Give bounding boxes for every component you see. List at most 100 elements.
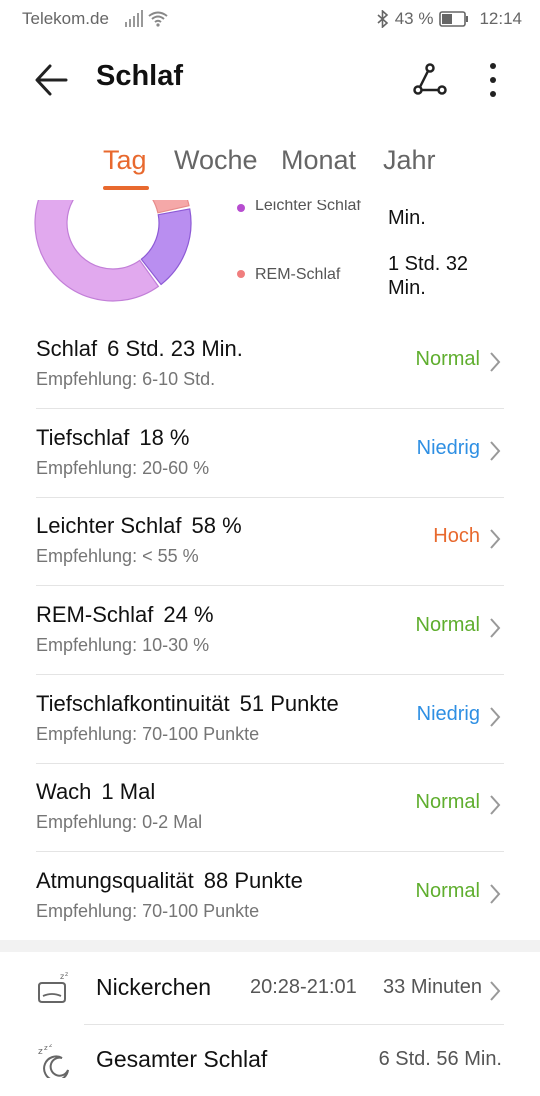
metric-recommendation: Empfehlung: 70-100 Punkte [36, 901, 260, 921]
metric-row-light-sleep[interactable]: Leichter Schlaf 58 % Empfehlung: < 55 % H… [36, 497, 504, 586]
metric-row-deep-sleep[interactable]: Tiefschlaf 18 % Empfehlung: 20-60 % Niedr… [36, 409, 504, 498]
metric-status: Normal [415, 880, 480, 902]
nap-pillow-icon: z z [38, 972, 68, 1003]
chevron-right-icon [490, 529, 501, 549]
metric-name: REM-Schlaf [36, 602, 154, 627]
route-button[interactable] [410, 60, 450, 100]
nap-duration: 33 Minuten [383, 976, 482, 998]
status-bar: Telekom.de 43 % 12:14 [0, 0, 540, 38]
metric-recommendation: Empfehlung: 20-60 % [36, 458, 210, 478]
metric-status: Normal [415, 348, 480, 370]
section-separator [0, 940, 540, 952]
total-sleep-duration: 6 Std. 56 Min. [378, 1048, 502, 1070]
metric-title: Tiefschlafkontinuität 51 Punkte [36, 691, 339, 717]
metric-value: 18 % [139, 425, 190, 450]
metric-title: Schlaf 6 Std. 23 Min. [36, 336, 243, 362]
svg-text:z: z [60, 972, 64, 981]
status-right: 43 % 12:14 [377, 9, 522, 29]
more-vert-icon [490, 63, 496, 97]
period-tabs: Tag Woche Monat Jahr [0, 145, 540, 195]
more-options-button[interactable] [478, 58, 508, 102]
chevron-right-icon [490, 795, 501, 815]
tab-month[interactable]: Monat [281, 145, 356, 176]
sleep-donut-chart [34, 200, 192, 302]
metric-title: REM-Schlaf 24 % [36, 602, 214, 628]
page-title: Schlaf [96, 60, 184, 92]
route-icon [413, 63, 447, 95]
metric-status: Normal [415, 791, 480, 813]
metric-row-sleep[interactable]: Schlaf 6 Std. 23 Min. Empfehlung: 6-10 St… [36, 320, 504, 409]
metric-name: Tiefschlaf [36, 425, 130, 450]
metric-row-rem-sleep[interactable]: REM-Schlaf 24 % Empfehlung: 10-30 % Norma… [36, 586, 504, 675]
metric-row-breathing-quality[interactable]: Atmungsqualität 88 Punkte Empfehlung: 70-… [36, 852, 504, 940]
total-sleep-label: Gesamter Schlaf [96, 1046, 268, 1072]
svg-text:z: z [44, 1044, 48, 1052]
metric-recommendation: Empfehlung: 6-10 Std. [36, 369, 216, 389]
metric-value: 6 Std. 23 Min. [107, 336, 243, 361]
metric-value: 24 % [163, 602, 214, 627]
metric-title: Tiefschlaf 18 % [36, 425, 189, 451]
metric-name: Tiefschlafkontinuität [36, 691, 230, 716]
chevron-right-icon [490, 707, 501, 727]
metric-name: Schlaf [36, 336, 98, 361]
nap-label: Nickerchen [96, 974, 212, 1000]
donut-slice-leichter-schlaf [34, 200, 160, 302]
metric-name: Leichter Schlaf [36, 513, 182, 538]
legend-value-rem-line1: 1 Std. 32 [388, 253, 469, 275]
signal-wifi-group [125, 10, 169, 33]
legend-value-rem-line2: Min. [388, 277, 426, 299]
metric-name: Atmungsqualität [36, 868, 194, 893]
battery-icon [439, 11, 469, 27]
bluetooth-icon [377, 10, 388, 28]
nap-time: 20:28-21:01 [250, 976, 357, 998]
chevron-right-icon [490, 618, 501, 638]
metric-status: Niedrig [416, 703, 480, 725]
app-bar: Schlaf [0, 40, 540, 118]
chevron-right-icon [490, 352, 501, 372]
metric-title: Leichter Schlaf 58 % [36, 513, 242, 539]
metric-recommendation: Empfehlung: 70-100 Punkte [36, 724, 260, 744]
back-arrow-icon [35, 64, 68, 96]
chevron-right-icon [490, 981, 501, 1001]
metric-status: Normal [415, 614, 480, 636]
chevron-right-icon [490, 441, 501, 461]
metric-row-deep-sleep-continuity[interactable]: Tiefschlafkontinuität 51 Punkte Empfehlun… [36, 675, 504, 764]
nap-row[interactable]: z z Nickerchen 20:28-21:01 33 Minuten [0, 954, 540, 1024]
row-divider [84, 1024, 504, 1025]
back-button[interactable] [30, 60, 74, 100]
metric-status: Hoch [433, 525, 480, 547]
total-sleep-row: z z z Gesamter Schlaf 6 Std. 56 Min. [0, 1026, 540, 1096]
svg-text:z: z [65, 972, 68, 978]
metric-name: Wach [36, 779, 92, 804]
legend-value-rem-sleep: 1 Std. 32 Min. [388, 252, 468, 300]
signal-icon [125, 10, 168, 27]
svg-text:z: z [38, 1047, 43, 1057]
legend-dot-light-sleep [237, 204, 245, 212]
metric-title: Wach 1 Mal [36, 779, 155, 805]
metric-recommendation: Empfehlung: 10-30 % [36, 635, 210, 655]
sleep-chart-area: Leichter Schlaf Min. REM-Schlaf 1 Std. 3… [0, 200, 540, 315]
metric-title: Atmungsqualität 88 Punkte [36, 868, 303, 894]
legend-label-rem-sleep: REM-Schlaf [255, 266, 341, 283]
clock: 12:14 [479, 9, 522, 28]
battery-percent: 43 % [394, 9, 434, 28]
active-tab-indicator [103, 186, 149, 190]
metric-value: 1 Mal [101, 779, 156, 804]
legend-label-light-sleep: Leichter Schlaf [255, 200, 361, 214]
metric-value: 88 Punkte [203, 868, 303, 893]
carrier-name: Telekom.de [22, 9, 109, 28]
legend-dot-rem-sleep [237, 270, 245, 278]
metric-recommendation: Empfehlung: < 55 % [36, 546, 199, 566]
metric-status: Niedrig [416, 437, 480, 459]
metric-row-awake[interactable]: Wach 1 Mal Empfehlung: 0-2 Mal Normal [36, 763, 504, 852]
legend-value-light-sleep: Min. [388, 207, 426, 229]
tab-day[interactable]: Tag [103, 145, 147, 176]
metric-value: 51 Punkte [239, 691, 339, 716]
moon-zzz-icon: z z z [38, 1044, 69, 1078]
chevron-right-icon [490, 884, 501, 904]
tab-week[interactable]: Woche [174, 145, 258, 176]
metric-recommendation: Empfehlung: 0-2 Mal [36, 812, 203, 832]
svg-text:z: z [49, 1044, 52, 1049]
metric-value: 58 % [191, 513, 242, 538]
tab-year[interactable]: Jahr [383, 145, 436, 176]
